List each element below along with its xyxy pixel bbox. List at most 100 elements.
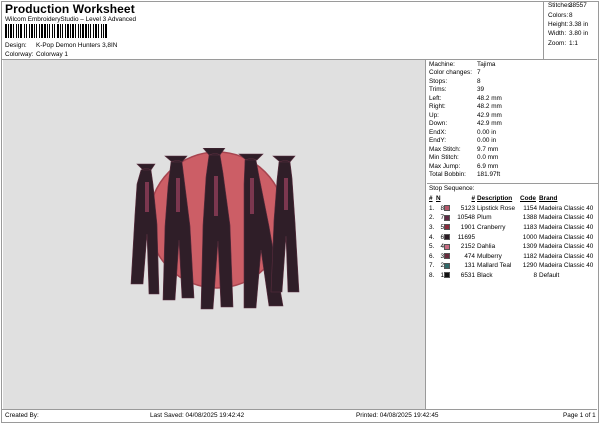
info-value: 9.7 mm — [477, 145, 499, 153]
stitch-count: 5123 — [460, 204, 475, 212]
colorway-label: Colorway: — [5, 51, 34, 58]
barcode — [5, 24, 193, 38]
color-swatch — [444, 272, 450, 279]
stitch-count: 1901 — [460, 224, 475, 232]
info-label: Down: — [429, 120, 448, 128]
embroidery-artwork — [130, 148, 300, 310]
info-row: Total Bobbin: 181.97ft — [427, 171, 598, 180]
stop-number: 6. — [429, 252, 435, 260]
info-label: Max Jump: — [429, 162, 461, 170]
colorway-name: Colorway 1 — [36, 51, 68, 58]
info-label: Stops: — [429, 77, 448, 85]
stitch-count: 6531 — [460, 272, 475, 280]
info-row: Machine: Tajima — [427, 60, 598, 69]
summary-row: Width: 3.80 in — [548, 30, 589, 38]
thread-code: 1000 — [522, 233, 537, 241]
hunter-figures — [130, 148, 300, 310]
info-row: Max Jump: 6.9 mm — [427, 162, 598, 171]
thread-description: Plum — [477, 214, 492, 222]
thread-description: Mulberry — [477, 252, 502, 260]
info-label: Max Stitch: — [429, 145, 461, 153]
design-row: Design: K-Pop Demon Hunters 3,8IN — [5, 42, 117, 49]
color-swatch — [444, 214, 450, 221]
thread-code: 1182 — [523, 252, 537, 260]
info-label: Right: — [429, 103, 446, 111]
page-number: Page 1 of 1 — [563, 412, 596, 419]
thread-code: 1290 — [522, 262, 537, 270]
needle-number: 5 — [440, 224, 444, 232]
info-value: 8 — [477, 77, 481, 85]
info-label: Up: — [429, 111, 439, 119]
thread-description: Mallard Teal — [477, 262, 512, 270]
info-row: Min Stitch: 0.0 mm — [427, 154, 598, 163]
info-value: Tajima — [477, 60, 496, 68]
thread-description: Dahlia — [477, 243, 496, 251]
color-swatch — [444, 253, 450, 260]
table-row: 6. 3 474 Mulberry 1182 Madeira Classic 40 — [427, 252, 594, 262]
info-value: 48.2 mm — [477, 103, 502, 111]
footer-divider — [2, 409, 597, 410]
thread-code: 1154 — [523, 204, 537, 212]
design-label: Design: — [5, 42, 27, 49]
thread-description: Black — [477, 272, 493, 280]
info-value: 0.00 in — [477, 137, 497, 145]
color-swatch — [444, 233, 450, 240]
stop-sequence-divider — [427, 183, 598, 184]
info-label: Left: — [429, 94, 442, 102]
summary-row: Height: 3.38 in — [548, 20, 589, 28]
needle-number: 4 — [440, 243, 444, 251]
needle-number: 6 — [440, 233, 444, 241]
info-label: Color changes: — [429, 69, 472, 77]
info-row: Color changes: 7 — [427, 69, 598, 78]
info-value: 6.9 mm — [477, 162, 499, 170]
info-value: 0.0 mm — [477, 154, 499, 162]
table-row: 3. 5 1901 Cranberry 1183 Madeira Classic 40 — [427, 223, 594, 233]
info-row: Down: 42.9 mm — [427, 120, 598, 129]
info-row: Up: 42.9 mm — [427, 111, 598, 120]
info-value: 39 — [477, 86, 485, 94]
thread-brand: Madeira Classic 40 — [539, 243, 594, 251]
stop-number: 5. — [429, 243, 435, 251]
thread-brand: Madeira Classic 40 — [539, 262, 594, 270]
thread-brand: Default — [539, 272, 560, 280]
color-swatch — [444, 224, 450, 231]
color-swatch — [444, 205, 450, 212]
table-row: 2. 7 10548 Plum 1388 Madeira Classic 40 — [427, 213, 594, 223]
design-name: K-Pop Demon Hunters 3,8IN — [36, 42, 118, 49]
printed-date: Printed: 04/08/2025 19:42:45 — [356, 412, 439, 419]
info-row: EndY: 0.00 in — [427, 137, 598, 146]
thread-brand: Madeira Classic 40 — [539, 204, 594, 212]
thread-code: 1388 — [522, 214, 537, 222]
summary-row: Colors: 8 — [548, 11, 573, 19]
info-row: Stops: 8 — [427, 77, 598, 86]
summary-row: Zoom: 1:1 — [548, 39, 578, 47]
info-row: Max Stitch: 9.7 mm — [427, 145, 598, 154]
stop-sequence-title: Stop Sequence: — [429, 185, 475, 192]
machine-info-panel: Machine: Tajima Color changes: 7 Stops: 8 Trim… — [427, 60, 598, 179]
stop-number: 8. — [429, 272, 435, 280]
thread-brand: Madeira Classic 40 — [539, 224, 594, 232]
stop-number: 3. — [429, 224, 435, 232]
stitch-count: 131 — [464, 262, 475, 270]
page-title: Production Worksheet — [5, 2, 135, 16]
info-label: Total Bobbin: — [429, 171, 466, 179]
info-label: Min Stitch: — [429, 154, 459, 162]
info-value: 7 — [477, 69, 481, 77]
info-value: 0.00 in — [477, 128, 497, 136]
last-saved: Last Saved: 04/08/2025 19:42:42 — [150, 412, 245, 419]
table-row: 8. 1 6531 Black 8 Default — [427, 271, 594, 281]
thread-code: 1309 — [522, 243, 537, 251]
thread-brand: Madeira Classic 40 — [539, 233, 594, 241]
design-preview[interactable] — [3, 60, 426, 409]
table-row: 1. 8 5123 Lipstick Rose 1154 Madeira Classic … — [427, 204, 594, 214]
color-swatch — [444, 262, 450, 269]
stop-number: 4. — [429, 233, 435, 241]
software-subtitle: Wilcom EmbroideryStudio – Level 3 Advanc… — [5, 16, 137, 23]
info-row: Right: 48.2 mm — [427, 103, 598, 112]
table-header-row: # N # Description Code Brand — [429, 195, 558, 203]
stop-number: 1. — [429, 204, 435, 212]
thread-description: Lipstick Rose — [477, 204, 516, 212]
thread-code: 8 — [533, 272, 537, 280]
stitch-count: 474 — [464, 252, 475, 260]
created-by: Created By: — [5, 412, 39, 419]
